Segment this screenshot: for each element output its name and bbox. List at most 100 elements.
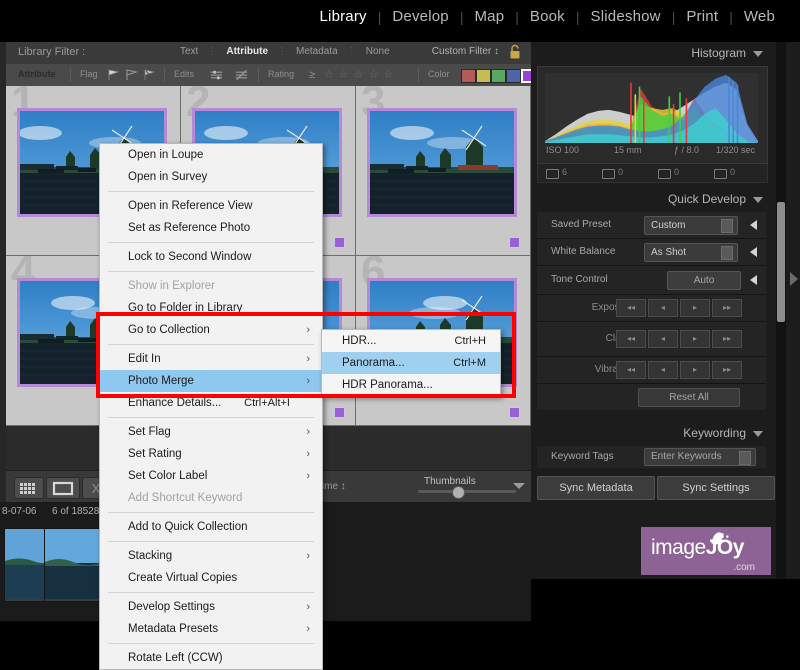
sync-settings-button[interactable]: Sync Settings [657,476,775,500]
loupe-view-icon[interactable] [46,477,80,499]
triangle-down-icon[interactable] [753,431,763,437]
module-library[interactable]: Library [309,8,378,25]
module-web[interactable]: Web [733,8,786,25]
menu-item-go-to-folder-in-library[interactable]: Go to Folder in Library [100,297,322,319]
menu-item-edit-in[interactable]: Edit In › [100,348,322,370]
stepper-icon[interactable] [721,219,733,233]
menu-item-rotate-left-ccw[interactable]: Rotate Left (CCW) [100,647,322,669]
menu-item-photo-merge[interactable]: Photo Merge › [100,370,322,392]
module-book[interactable]: Book [519,8,576,25]
filter-tab-attribute[interactable]: Attribute [217,46,277,57]
filmstrip-item[interactable] [44,528,106,602]
rating-star-2[interactable]: ☆ [339,68,349,81]
submenu-item-hdr[interactable]: HDR... Ctrl+H [322,330,500,352]
menu-item-open-in-loupe[interactable]: Open in Loupe [100,144,322,166]
rating-star-4[interactable]: ☆ [369,68,379,81]
stepper-icon[interactable] [739,451,751,465]
clarity-nudge-4[interactable]: ▸▸ [712,330,742,348]
menu-item-lock-to-second-window[interactable]: Lock to Second Window [100,246,322,268]
panel-expand-arrow-icon[interactable] [790,272,798,286]
custom-filter-dropdown[interactable]: Custom Filter ↕ [432,46,499,57]
menu-item-open-in-reference-view[interactable]: Open in Reference View [100,195,322,217]
module-slideshow[interactable]: Slideshow [580,8,672,25]
clarity-nudge-3[interactable]: ▸ [680,330,710,348]
clarity-nudge-2[interactable]: ◂ [648,330,678,348]
attribute-label[interactable]: Attribute [18,69,56,79]
grid-view-icon[interactable] [14,477,44,499]
keywording-header[interactable]: Keywording [531,422,772,446]
color-label-badge[interactable] [334,407,345,418]
table-row[interactable]: 3 [356,86,531,256]
menu-item-stacking[interactable]: Stacking › [100,545,322,567]
filter-tab-none[interactable]: None [357,46,399,57]
quick-develop-header[interactable]: Quick Develop [531,188,772,212]
triangle-left-icon[interactable] [750,247,757,257]
color-filter-swatch-1[interactable] [461,69,476,83]
menu-item-set-color-label[interactable]: Set Color Label › [100,465,322,487]
exposure-nudge-1[interactable]: ◂◂ [616,299,646,317]
sync-metadata-button[interactable]: Sync Metadata [537,476,655,500]
keyword-input[interactable]: Enter Keywords [644,448,756,466]
histogram-panel[interactable]: ISO 100 15 mm ƒ / 8.0 1/320 sec [537,66,768,164]
vibrance-nudge-4[interactable]: ▸▸ [712,361,742,379]
exposure-nudge-3[interactable]: ▸ [680,299,710,317]
submenu-item-hdr-panorama[interactable]: HDR Panorama... [322,374,500,396]
menu-item-open-in-survey[interactable]: Open in Survey [100,166,322,188]
triangle-down-icon[interactable] [753,51,763,57]
rating-operator[interactable]: ≥ [309,69,315,81]
flag-unflagged-icon[interactable] [124,68,139,82]
submenu-item-panorama[interactable]: Panorama... Ctrl+M [322,352,500,374]
clarity-nudge-1[interactable]: ◂◂ [616,330,646,348]
edits-virtual-icon[interactable] [234,68,249,82]
color-label-badge[interactable] [509,237,520,248]
module-map[interactable]: Map [463,8,515,25]
context-menu[interactable]: Open in Loupe Open in Survey Open in Refer… [99,143,323,670]
triangle-left-icon[interactable] [750,275,757,285]
rating-star-1[interactable]: ☆ [324,68,334,81]
color-label-badge[interactable] [509,407,520,418]
rating-star-3[interactable]: ☆ [354,68,364,81]
histogram-header[interactable]: Histogram [531,42,772,66]
menu-item-set-rating[interactable]: Set Rating › [100,443,322,465]
vibrance-nudge-3[interactable]: ▸ [680,361,710,379]
chevron-down-icon[interactable] [513,483,525,489]
lock-icon[interactable] [508,44,522,60]
flag-rejected-icon[interactable] [142,68,157,82]
color-filter-swatch-2[interactable] [476,69,491,83]
menu-item-add-to-quick-collection[interactable]: Add to Quick Collection [100,516,322,538]
edits-master-icon[interactable] [209,68,224,82]
thumbnail-slider-knob[interactable] [452,486,465,499]
saved-preset-select[interactable]: Custom [644,216,738,235]
reset-all-button[interactable]: Reset All [638,388,740,407]
triangle-down-icon[interactable] [753,197,763,203]
filter-tab-text[interactable]: Text [171,46,207,57]
filter-tab-metadata[interactable]: Metadata [287,46,347,57]
auto-tone-button[interactable]: Auto [667,271,741,290]
white-balance-select[interactable]: As Shot [644,243,738,262]
stepper-icon[interactable] [721,246,733,260]
vibrance-nudge-2[interactable]: ◂ [648,361,678,379]
rating-stars[interactable]: ☆ ☆ ☆ ☆ ☆ [324,68,393,81]
menu-item-set-flag[interactable]: Set Flag › [100,421,322,443]
photo-merge-submenu[interactable]: HDR... Ctrl+H Panorama... Ctrl+M HDR Panoram… [321,329,501,397]
menu-item-enhance-details[interactable]: Enhance Details... Ctrl+Alt+I [100,392,322,414]
module-develop[interactable]: Develop [381,8,459,25]
flag-picked-icon[interactable] [106,68,121,82]
exposure-nudge-4[interactable]: ▸▸ [712,299,742,317]
photo-thumbnail[interactable] [367,108,517,217]
rating-star-5[interactable]: ☆ [384,68,394,81]
menu-item-create-virtual-copies[interactable]: Create Virtual Copies [100,567,322,589]
color-label-badge[interactable] [334,237,345,248]
menu-item-develop-settings[interactable]: Develop Settings › [100,596,322,618]
scrollbar-thumb[interactable] [777,202,785,322]
triangle-left-icon[interactable] [750,220,757,230]
color-filter-swatch-3[interactable] [491,69,506,83]
menu-item-metadata-presets[interactable]: Metadata Presets › [100,618,322,640]
thumbnail-size-slider[interactable] [418,490,516,493]
menu-item-go-to-collection[interactable]: Go to Collection › [100,319,322,341]
exposure-nudge-2[interactable]: ◂ [648,299,678,317]
module-print[interactable]: Print [675,8,729,25]
vibrance-nudge-1[interactable]: ◂◂ [616,361,646,379]
menu-item-set-as-reference-photo[interactable]: Set as Reference Photo [100,217,322,239]
color-filter-swatch-4[interactable] [506,69,521,83]
